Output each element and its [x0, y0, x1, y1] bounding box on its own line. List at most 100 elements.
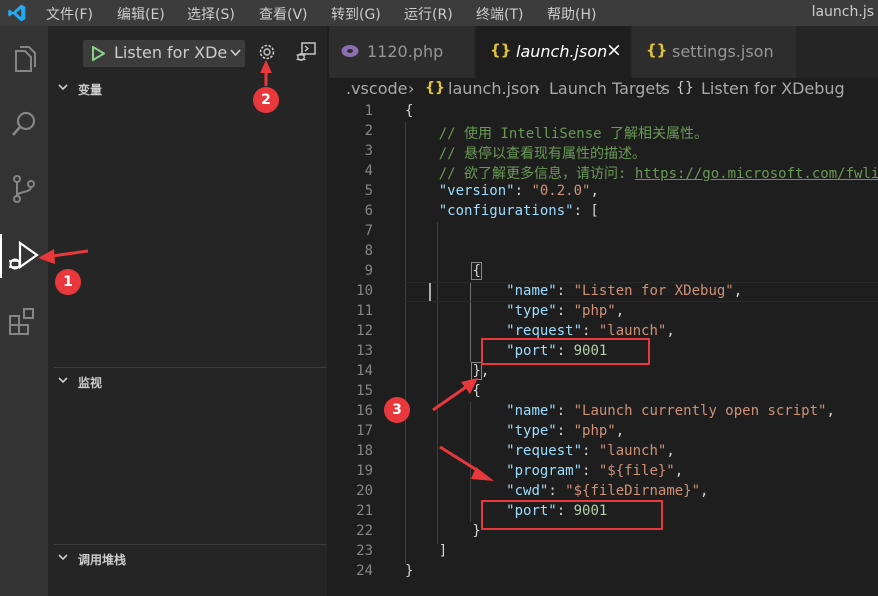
code-line: 16 "name": "Launch currently open script… [329, 402, 878, 422]
gear-icon[interactable] [257, 42, 277, 62]
code-line: 13 "port": 9001 [329, 342, 878, 362]
breadcrumb-config[interactable]: Listen for XDebug [701, 79, 845, 98]
start-debugging-icon[interactable] [91, 46, 105, 61]
code-line: 22 } [329, 522, 878, 542]
chevron-down-icon [58, 554, 68, 561]
tab-launch-json[interactable]: {} launch.json × [476, 26, 631, 78]
code-line: 3 // 悬停以查看现有属性的描述。 [329, 142, 878, 162]
tab-settings-json[interactable]: {} settings.json [632, 26, 797, 78]
breadcrumb: .vscode › {} launch.json › Launch Target… [329, 78, 878, 100]
menu-file[interactable]: 文件(F) [46, 4, 93, 24]
line-number: 2 [364, 123, 373, 139]
breadcrumb-folder[interactable]: .vscode [346, 79, 407, 98]
vscode-logo-icon [8, 4, 26, 22]
code-line: 12 "request": "launch", [329, 322, 878, 342]
debug-toolbar: Listen for XDe [48, 26, 327, 78]
close-icon[interactable]: × [606, 39, 622, 61]
line-number: 5 [364, 183, 373, 199]
menu-terminal[interactable]: 终端(T) [476, 4, 523, 24]
launch-config-select[interactable]: Listen for XDe [83, 40, 245, 67]
line-number: 9 [364, 263, 373, 279]
line-content: { [405, 262, 482, 280]
line-content: } [405, 523, 481, 539]
json-file-icon: {} [646, 41, 668, 59]
line-content: ] [405, 543, 448, 559]
json-value: "php" [573, 303, 616, 319]
code-line: 14 }, [329, 362, 878, 382]
variables-section-header[interactable]: 变量 [48, 77, 327, 101]
source-control-icon[interactable] [6, 171, 42, 207]
line-number: 18 [356, 443, 373, 459]
tab-label: launch.json [516, 42, 608, 61]
chevron-down-icon [58, 377, 68, 384]
line-number: 22 [356, 523, 373, 539]
code-line: 24} [329, 562, 878, 582]
call-stack-section-header[interactable]: 调用堆栈 [48, 547, 327, 571]
search-icon[interactable] [6, 106, 42, 142]
code-line: 17 "type": "php", [329, 422, 878, 442]
json-value: "${file}" [598, 463, 675, 479]
breadcrumb-file[interactable]: launch.json [448, 79, 539, 98]
menu-view[interactable]: 查看(V) [259, 4, 308, 24]
json-value: "php" [573, 423, 616, 439]
json-value: "0.2.0" [531, 183, 591, 199]
json-key: "name" [506, 283, 557, 299]
editor-tab-bar: 1120.php {} launch.json × {} settings.js… [329, 26, 878, 78]
chevron-right-icon: › [659, 79, 666, 98]
explorer-icon[interactable] [6, 42, 42, 78]
watch-section-title: 监视 [78, 376, 103, 390]
json-key: "configurations" [438, 203, 574, 219]
line-content: "port": 9001 [506, 503, 608, 519]
line-number: 21 [356, 503, 373, 519]
line-content: { [405, 103, 414, 119]
line-content: "name": "Launch currently open script", [506, 403, 835, 419]
title-bar: 文件(F) 编辑(E) 选择(S) 查看(V) 转到(G) 运行(R) 终端(T… [0, 0, 878, 26]
line-number: 24 [356, 563, 373, 579]
watch-section-header[interactable]: 监视 [48, 370, 327, 394]
debug-console-icon[interactable] [295, 41, 317, 63]
bracket-match: } [471, 362, 482, 380]
json-key: "request" [506, 443, 583, 459]
code-line: 21 "port": 9001 [329, 502, 878, 522]
code-line: 9 { [329, 262, 878, 282]
menu-selection[interactable]: 选择(S) [187, 4, 235, 24]
line-number: 16 [356, 403, 373, 419]
php-file-icon [341, 45, 359, 57]
menu-help[interactable]: 帮助(H) [547, 4, 596, 24]
code-line: 19 "program": "${file}", [329, 462, 878, 482]
code-line: 11 "type": "php", [329, 302, 878, 322]
menu-go[interactable]: 转到(G) [331, 4, 381, 24]
line-content: // 悬停以查看现有属性的描述。 [405, 146, 647, 162]
line-content: "type": "php", [506, 423, 625, 439]
code-editor[interactable]: 1{ 2 // 使用 IntelliSense 了解相关属性。 3 // 悬停以… [329, 100, 878, 596]
line-content: "request": "launch", [506, 323, 675, 339]
code-line: 5 "version": "0.2.0", [329, 182, 878, 202]
docs-link[interactable]: https://go.microsoft.com/fwlink/?linkid=… [635, 166, 878, 182]
line-number: 1 [364, 103, 373, 119]
variables-section-title: 变量 [78, 83, 103, 97]
line-content: "name": "Listen for XDebug", [506, 283, 743, 299]
line-number: 12 [356, 323, 373, 339]
json-value: 9001 [573, 503, 608, 519]
line-number: 10 [356, 283, 373, 299]
breadcrumb-launch-targets[interactable]: Launch Targets [549, 79, 670, 98]
line-number: 7 [364, 223, 373, 239]
tab-label: settings.json [672, 42, 774, 61]
line-number: 8 [364, 243, 373, 259]
run-debug-icon[interactable] [6, 238, 42, 274]
line-number: 19 [356, 463, 373, 479]
code-line: 4 // 欲了解更多信息，请访问: https://go.microsoft.c… [329, 162, 878, 182]
code-line: 7 [329, 222, 878, 242]
line-content: "program": "${file}", [506, 463, 684, 479]
json-key: "cwd" [506, 483, 549, 499]
menu-run[interactable]: 运行(R) [404, 4, 453, 24]
call-stack-section-title: 调用堆栈 [78, 553, 127, 567]
chevron-right-icon: › [534, 79, 541, 98]
tab-1120-php[interactable]: 1120.php [329, 26, 475, 78]
menu-edit[interactable]: 编辑(E) [117, 4, 165, 24]
bracket-match: { [471, 262, 482, 280]
debug-sidebar: Listen for XDe 变量 监视 调用堆栈 [48, 26, 327, 596]
line-content: "port": 9001 [506, 343, 608, 359]
json-key: "port" [506, 343, 557, 359]
extensions-icon[interactable] [6, 304, 42, 340]
